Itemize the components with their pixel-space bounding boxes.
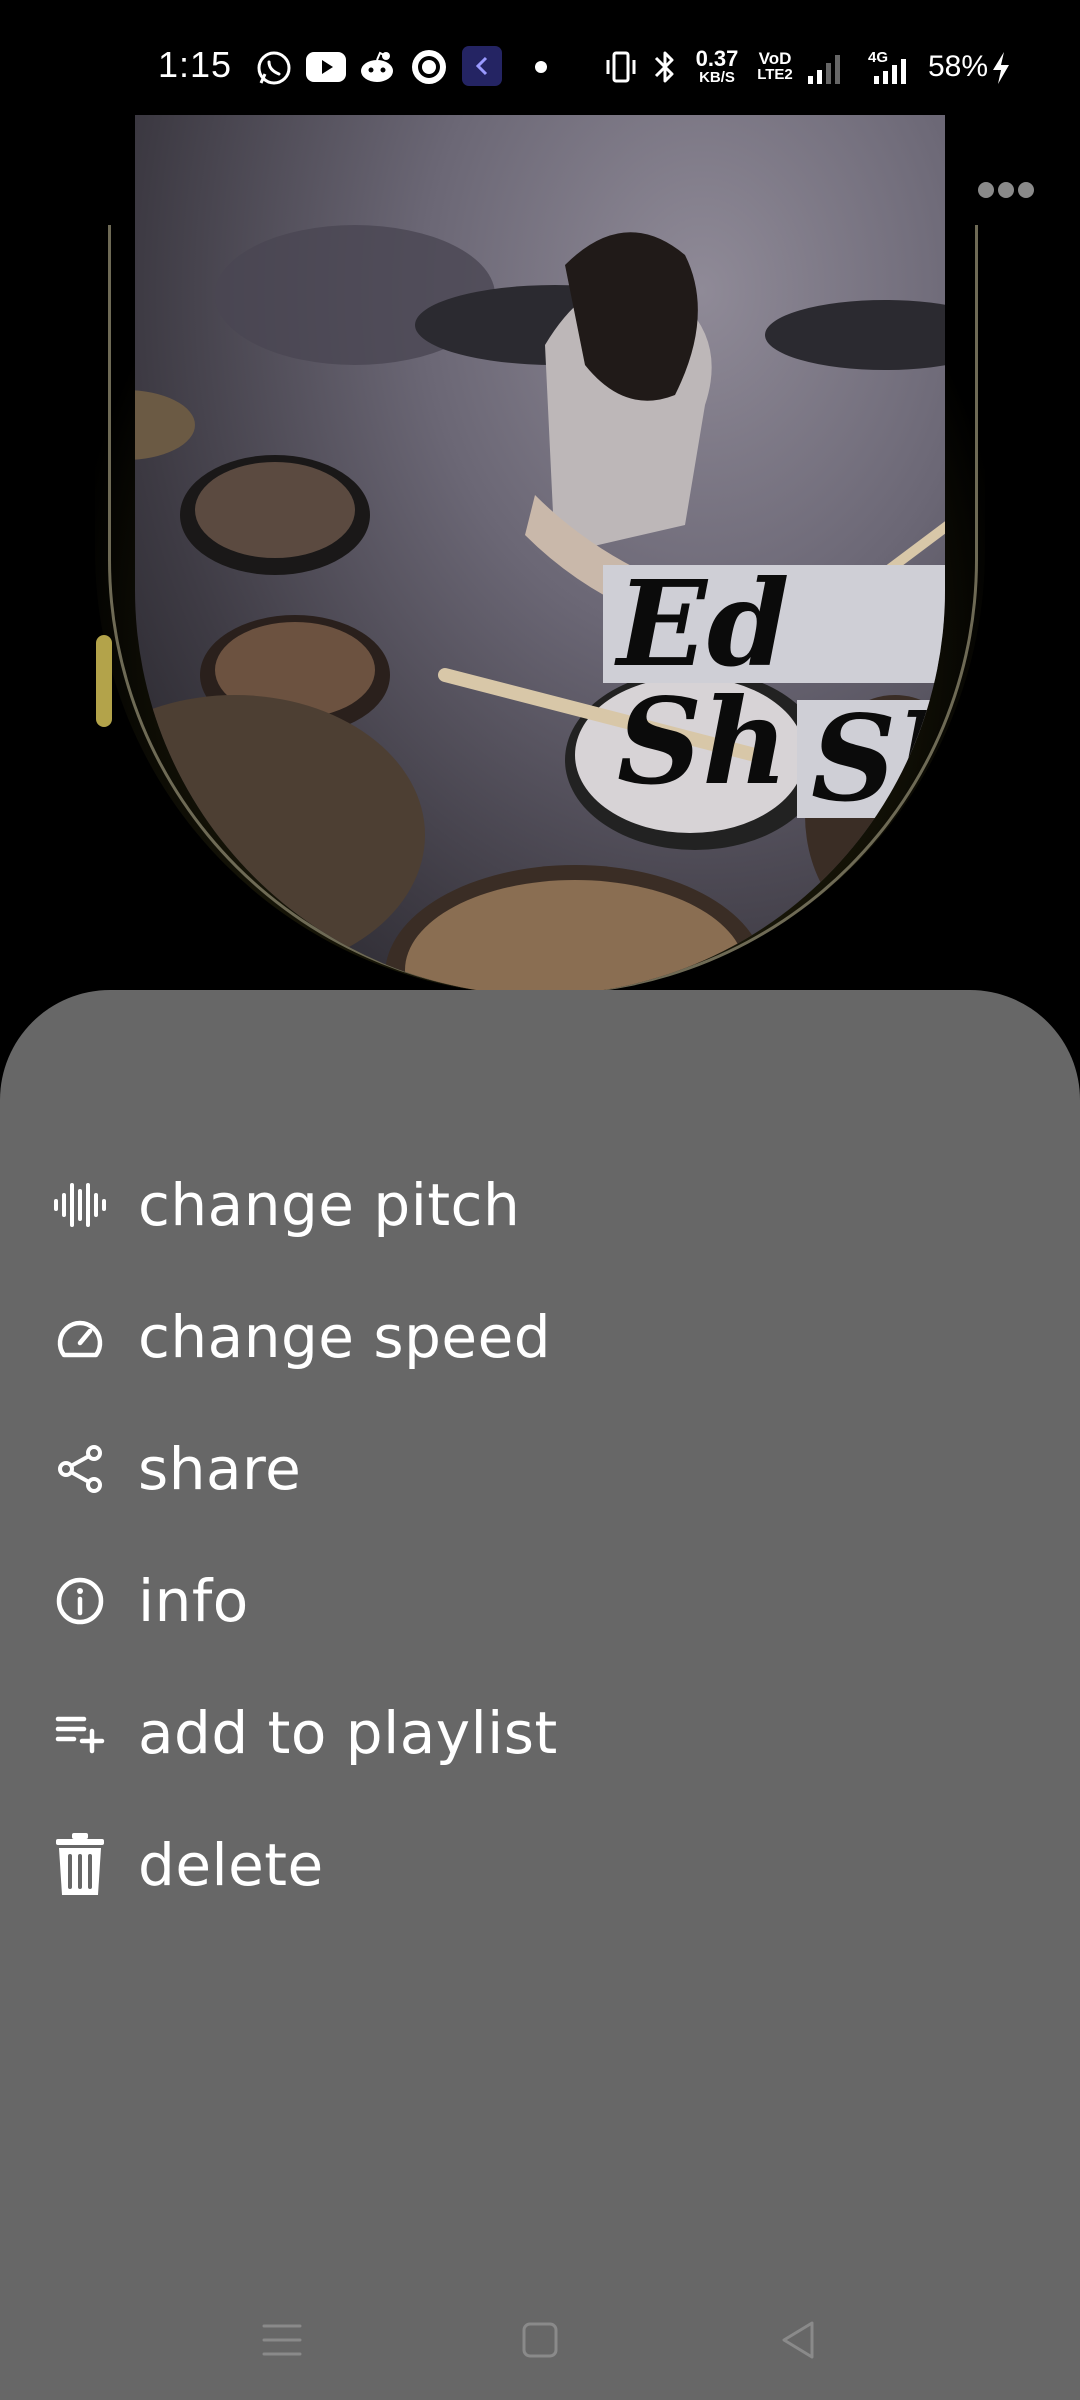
nav-home-button[interactable]	[510, 2310, 570, 2370]
system-nav-bar	[0, 2270, 1080, 2400]
menu-item-change-speed[interactable]: change speed	[0, 1277, 1080, 1397]
battery-level: 58%	[928, 50, 989, 83]
circle-app-icon	[412, 50, 446, 84]
album-art-area: Ed Sh Sh	[0, 115, 1080, 995]
whatsapp-icon	[257, 51, 291, 85]
info-icon	[50, 1571, 110, 1631]
album-art: Ed Sh Sh	[135, 115, 945, 995]
share-icon	[50, 1439, 110, 1499]
vod-label: VoD	[758, 49, 792, 68]
home-icon	[522, 2322, 558, 2358]
menu-item-change-pitch[interactable]: change pitch	[0, 1145, 1080, 1265]
playlist-add-icon	[50, 1703, 110, 1763]
menu-item-label: change pitch	[138, 1171, 521, 1239]
vibrate-icon	[606, 51, 636, 83]
status-time: 1:15	[158, 44, 233, 85]
reddit-icon	[361, 51, 393, 82]
net-speed: 0.37 KB/S	[690, 46, 744, 86]
album-art-text-line2: Sh	[797, 700, 945, 818]
signal-4g-icon	[874, 59, 906, 84]
menu-item-label: info	[138, 1567, 249, 1635]
options-sheet: change pitch change speed share info add…	[0, 990, 1080, 2400]
nav-recents-button[interactable]	[252, 2310, 312, 2370]
status-bar: 1:15 0.37 KB/S VoD LTE2 4G 58%	[0, 0, 1080, 120]
dot-icon	[535, 61, 547, 73]
menu-item-label: share	[138, 1435, 302, 1503]
bluetooth-icon	[654, 51, 674, 83]
nav-back-button[interactable]	[768, 2310, 828, 2370]
menu-item-delete[interactable]: delete	[0, 1805, 1080, 1925]
menu-item-add-to-playlist[interactable]: add to playlist	[0, 1673, 1080, 1793]
menu-icon	[262, 2324, 302, 2356]
vod-lte-indicator: VoD LTE2	[754, 50, 796, 82]
more-horizontal-icon	[978, 182, 1034, 198]
youtube-icon	[306, 52, 346, 82]
menu-item-label: change speed	[138, 1303, 552, 1371]
signal-icon	[808, 55, 840, 84]
menu-item-label: add to playlist	[138, 1699, 558, 1767]
album-art-text-line1: Ed Sh	[603, 565, 945, 801]
menu-item-label: delete	[138, 1831, 324, 1899]
charging-icon	[993, 52, 1009, 84]
lte-label: LTE2	[757, 66, 793, 83]
trash-icon	[50, 1833, 110, 1895]
progress-indicator[interactable]	[96, 635, 112, 727]
net-speed-value: 0.37	[695, 46, 739, 71]
app-back-icon	[462, 46, 502, 86]
album-art-drawing	[135, 225, 945, 995]
net-speed-unit: KB/S	[699, 69, 735, 86]
back-icon	[782, 2321, 814, 2359]
menu-item-info[interactable]: info	[0, 1541, 1080, 1661]
menu-item-share[interactable]: share	[0, 1409, 1080, 1529]
more-options-button[interactable]	[976, 172, 1036, 208]
waveform-icon	[50, 1175, 110, 1235]
speedometer-icon	[50, 1307, 110, 1367]
